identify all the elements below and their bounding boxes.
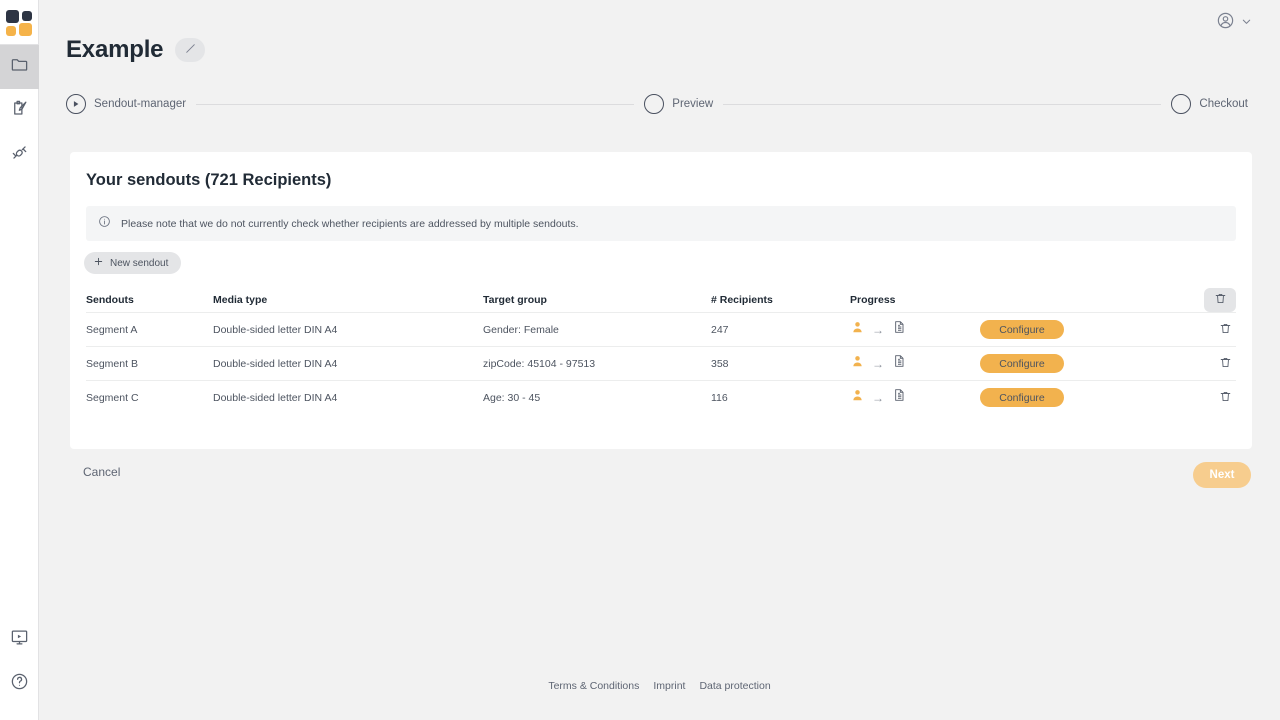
- top-bar: [39, 0, 1280, 40]
- cell-sendout: Segment A: [86, 323, 138, 336]
- cell-sendout: Segment C: [86, 391, 139, 404]
- delete-row-button[interactable]: [1214, 387, 1236, 409]
- stepper-label-checkout: Checkout: [1199, 98, 1248, 110]
- new-sendout-button[interactable]: New sendout: [84, 252, 182, 274]
- person-icon: [850, 388, 865, 408]
- next-button[interactable]: Next: [1193, 462, 1251, 488]
- column-header-media-type: Media type: [213, 294, 268, 306]
- cell-target-group: Age: 30 - 45: [483, 391, 541, 404]
- configure-button[interactable]: Configure: [980, 320, 1064, 339]
- stepper: Sendout-manager Preview Checkout: [66, 92, 1248, 116]
- edit-title-button[interactable]: [175, 38, 206, 62]
- cell-recipients: 116: [711, 391, 728, 404]
- sidebar-item-tutorials[interactable]: [0, 618, 39, 662]
- trash-icon: [1219, 356, 1232, 372]
- person-icon: [850, 320, 865, 340]
- page-footer: Terms & Conditions Imprint Data protecti…: [39, 680, 1280, 692]
- plug-connector-icon: [10, 143, 29, 167]
- configure-button[interactable]: Configure: [980, 354, 1064, 373]
- plus-icon: [93, 256, 104, 270]
- cell-target-group: Gender: Female: [483, 323, 559, 336]
- sendouts-card: Your sendouts (721 Recipients) Please no…: [70, 152, 1252, 449]
- configure-button[interactable]: Configure: [980, 388, 1064, 407]
- arrow-right-icon: →: [872, 390, 884, 405]
- page-title-row: Example: [66, 36, 206, 64]
- new-sendout-label: New sendout: [110, 257, 169, 269]
- column-header-recipients: # Recipients: [711, 294, 773, 306]
- sidebar-item-help[interactable]: [0, 662, 39, 706]
- documents-icon: [891, 353, 907, 374]
- trash-icon: [1214, 292, 1227, 308]
- documents-icon: [891, 387, 907, 408]
- pencil-icon: [184, 42, 197, 58]
- cell-progress: →: [850, 319, 980, 340]
- arrow-right-icon: →: [872, 322, 884, 337]
- info-icon: [98, 215, 111, 233]
- footer-link-terms[interactable]: Terms & Conditions: [548, 680, 639, 692]
- cell-progress: →: [850, 353, 980, 374]
- column-header-sendouts: Sendouts: [86, 294, 134, 306]
- stepper-connector-1: [196, 103, 635, 105]
- sidebar-item-campaigns[interactable]: [0, 89, 39, 133]
- help-circle-icon: [10, 672, 29, 696]
- info-notice: Please note that we do not currently che…: [86, 206, 1236, 241]
- stepper-step-preview[interactable]: Preview: [644, 94, 713, 114]
- stepper-step-checkout[interactable]: Checkout: [1171, 94, 1248, 114]
- trash-icon: [1219, 322, 1232, 338]
- cell-media-type: Double-sided letter DIN A4: [213, 357, 338, 370]
- cancel-button[interactable]: Cancel: [83, 465, 120, 479]
- footer-link-imprint[interactable]: Imprint: [653, 680, 685, 692]
- footer-link-data-protection[interactable]: Data protection: [699, 680, 770, 692]
- cell-sendout: Segment B: [86, 357, 138, 370]
- folder-icon: [10, 55, 29, 79]
- sendouts-table: Sendouts Media type Target group # Recip…: [86, 288, 1236, 414]
- circle-icon: [644, 94, 665, 114]
- delete-row-button[interactable]: [1214, 319, 1236, 341]
- column-header-progress: Progress: [850, 294, 896, 306]
- page-title: Example: [66, 36, 164, 63]
- stepper-label-sendout-manager: Sendout-manager: [94, 98, 187, 110]
- monitor-play-icon: [10, 628, 29, 652]
- table-row[interactable]: Segment A Double-sided letter DIN A4 Gen…: [86, 312, 1236, 346]
- stepper-label-preview: Preview: [672, 98, 714, 110]
- delete-all-button[interactable]: [1204, 288, 1236, 312]
- play-circle-icon: [66, 94, 86, 114]
- cell-media-type: Double-sided letter DIN A4: [213, 323, 338, 336]
- sidebar-item-integrations[interactable]: [0, 133, 39, 177]
- user-circle-icon: [1216, 11, 1235, 35]
- table-row[interactable]: Segment B Double-sided letter DIN A4 zip…: [86, 346, 1236, 380]
- arrow-right-icon: →: [872, 356, 884, 371]
- circle-icon: [1171, 94, 1192, 114]
- stepper-connector-2: [723, 103, 1162, 105]
- chevron-down-icon: [1241, 14, 1252, 32]
- card-title: Your sendouts (721 Recipients): [86, 171, 332, 189]
- sidebar: [0, 0, 39, 720]
- info-notice-text: Please note that we do not currently che…: [121, 217, 579, 230]
- delete-row-button[interactable]: [1214, 353, 1236, 375]
- logo-grid-icon: [6, 10, 32, 36]
- column-header-target-group: Target group: [483, 294, 547, 306]
- trash-icon: [1219, 390, 1232, 406]
- table-row[interactable]: Segment C Double-sided letter DIN A4 Age…: [86, 380, 1236, 414]
- app-logo[interactable]: [0, 0, 39, 44]
- table-header-row: Sendouts Media type Target group # Recip…: [86, 288, 1236, 312]
- sidebar-item-projects[interactable]: [0, 45, 39, 89]
- cell-target-group: zipCode: 45104 - 97513: [483, 357, 596, 370]
- stepper-step-sendout-manager[interactable]: Sendout-manager: [66, 94, 186, 114]
- clipboard-pen-icon: [10, 99, 29, 123]
- cell-recipients: 358: [711, 357, 729, 370]
- cell-recipients: 247: [711, 323, 729, 336]
- documents-icon: [891, 319, 907, 340]
- person-icon: [850, 354, 865, 374]
- cell-media-type: Double-sided letter DIN A4: [213, 391, 338, 404]
- cell-progress: →: [850, 387, 980, 408]
- user-menu[interactable]: [1216, 11, 1252, 35]
